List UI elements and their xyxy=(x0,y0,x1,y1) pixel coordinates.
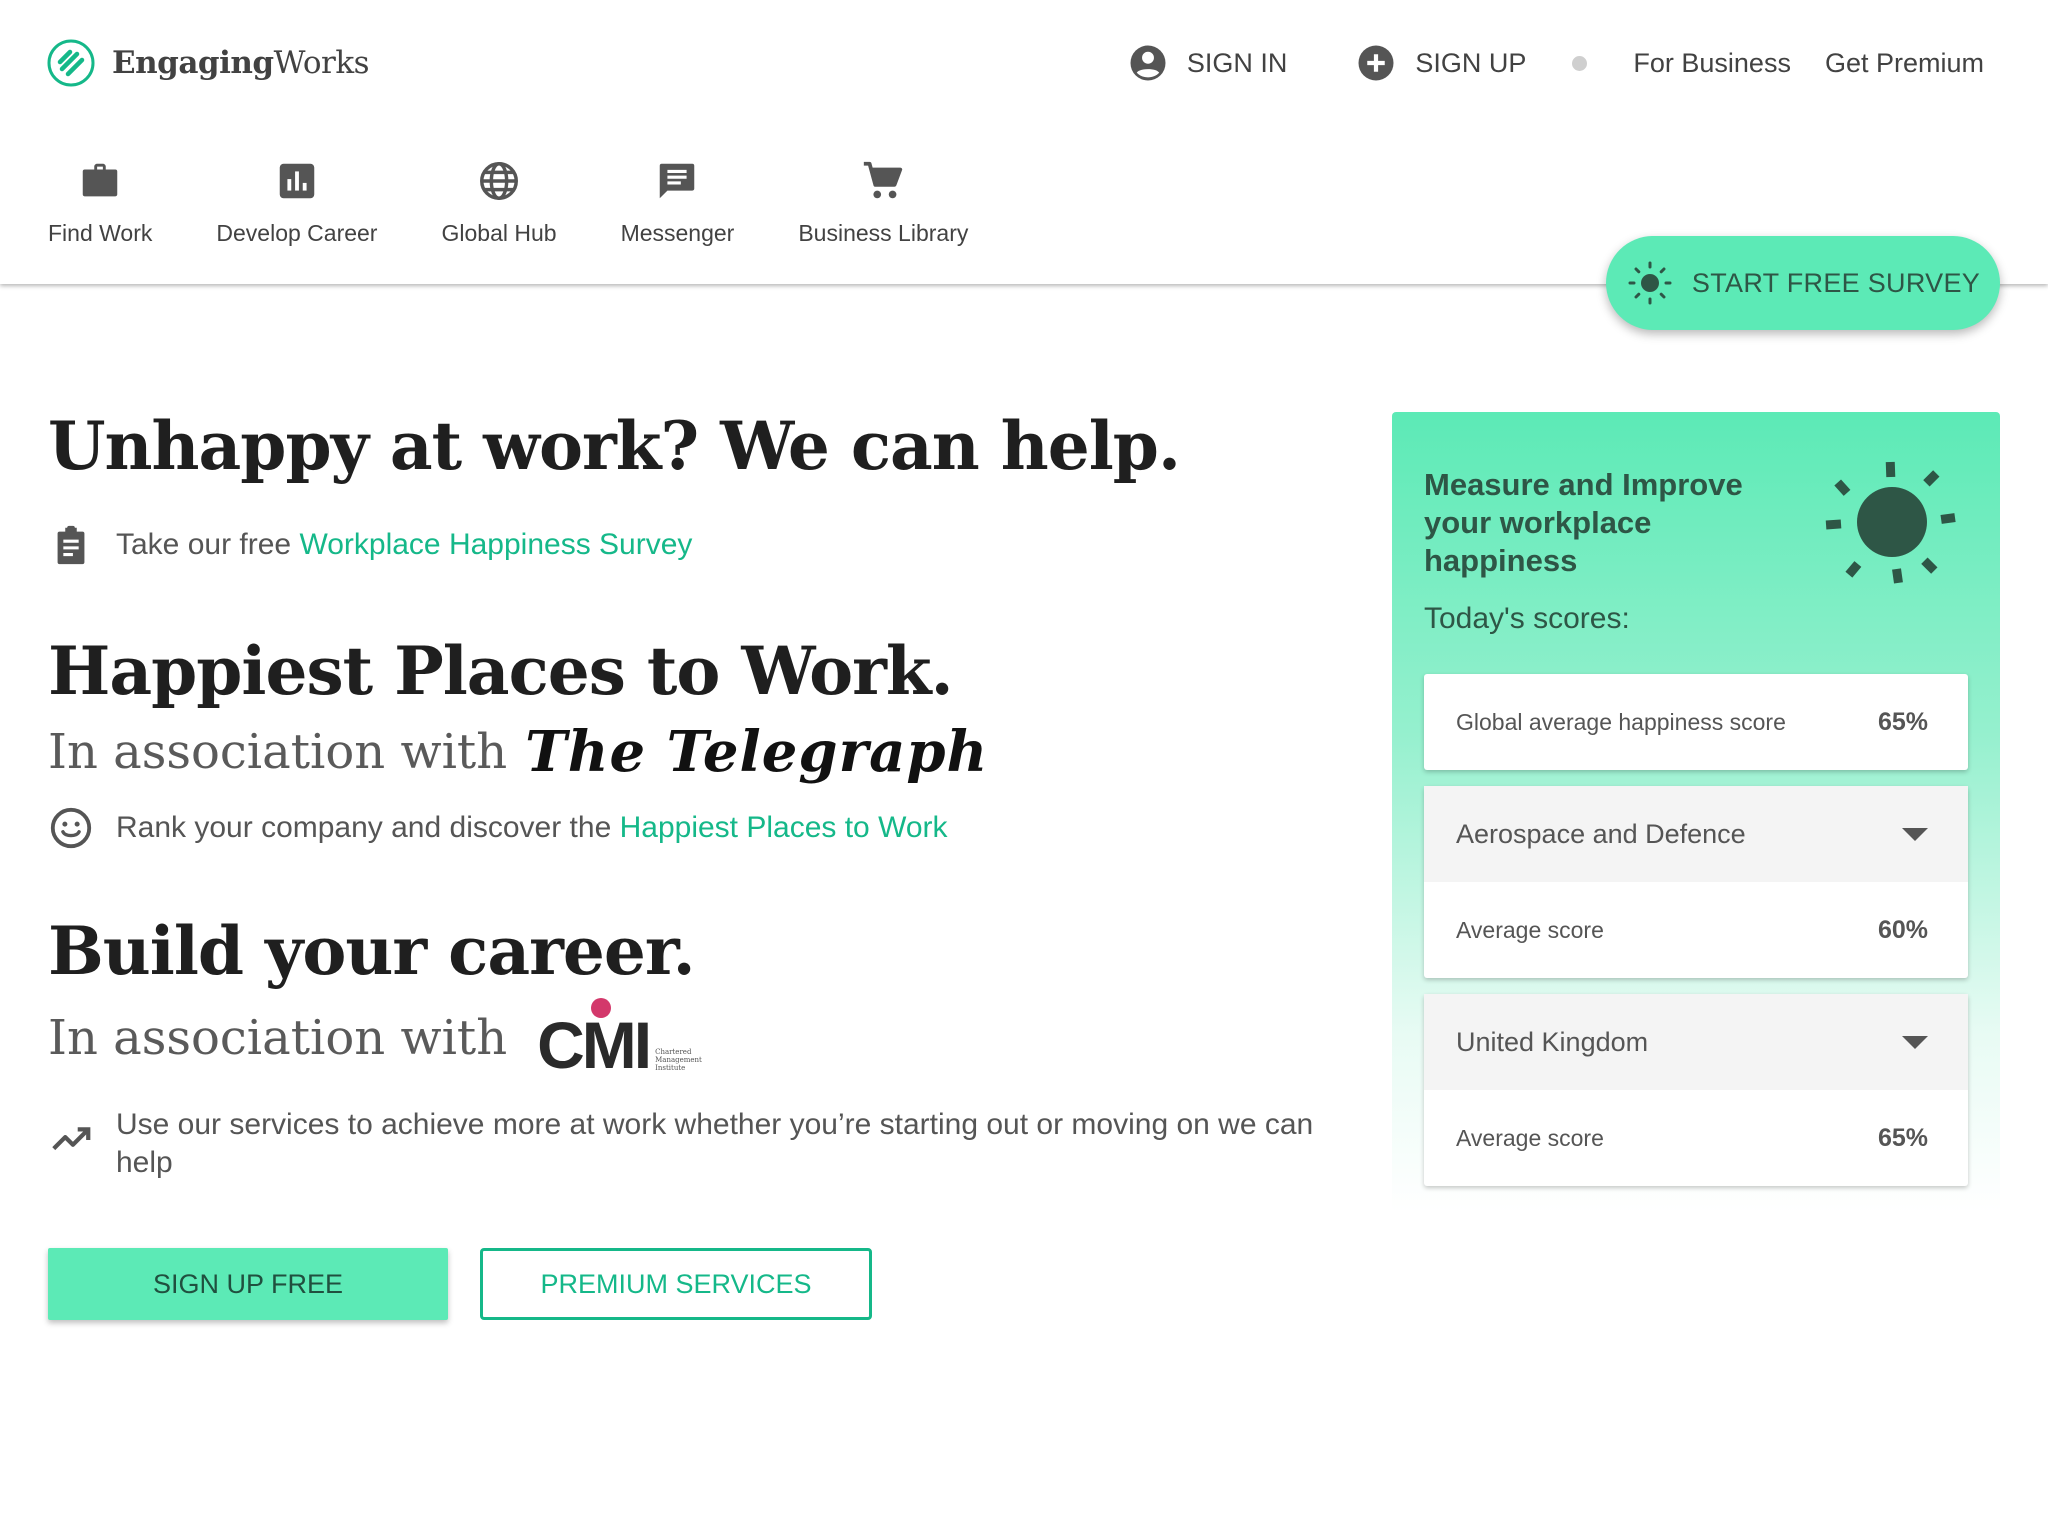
message-icon xyxy=(660,163,695,199)
nav-item-business-library[interactable]: Business Library xyxy=(798,158,968,247)
global-score-label: Global average happiness score xyxy=(1456,708,1786,735)
heading-build-your-career: Build your career. xyxy=(48,912,696,990)
get-premium-link[interactable]: Get Premium xyxy=(1825,48,1984,79)
sign-in-link[interactable]: SIGN IN xyxy=(1127,42,1288,84)
global-score-card: Global average happiness score 65% xyxy=(1424,674,1968,770)
country-selected-value: United Kingdom xyxy=(1456,1026,1649,1057)
country-average-label: Average score xyxy=(1456,1124,1604,1151)
cta-buttons: SIGN UP FREE PREMIUM SERVICES xyxy=(48,1248,872,1320)
sector-select[interactable]: Aerospace and Defence xyxy=(1424,786,1968,882)
happiest-places-link[interactable]: Happiest Places to Work xyxy=(620,811,948,844)
happiness-scores-panel: Measure and Improve your workplace happi… xyxy=(1392,412,2000,1212)
nav-separator-dot xyxy=(1572,55,1588,71)
cmi-logo-subtext: Chartered Management Institute xyxy=(655,1048,702,1072)
country-score-card: United Kingdom Average score 65% xyxy=(1424,994,1968,1186)
cmi-logo-dot xyxy=(591,998,612,1018)
nav-label: Find Work xyxy=(48,220,153,246)
nav-label: Global Hub xyxy=(441,220,557,246)
briefcase-icon xyxy=(82,163,118,197)
account-circle-icon xyxy=(1130,45,1166,81)
sector-selected-value: Aerospace and Defence xyxy=(1456,818,1746,849)
rank-company-line: Rank your company and discover the Happi… xyxy=(48,805,948,851)
engagingworks-logo[interactable]: EngagingWorks xyxy=(46,38,370,88)
sign-up-label: SIGN UP xyxy=(1415,47,1527,78)
telegraph-logo: The Telegraph xyxy=(525,719,989,785)
nav-item-global-hub[interactable]: Global Hub xyxy=(441,158,557,247)
country-average-value: 65% xyxy=(1877,1123,1928,1152)
cart-icon xyxy=(864,161,903,199)
logo-mark-icon xyxy=(47,39,95,87)
sun-icon xyxy=(1825,461,1956,584)
telegraph-association: In association with The Telegraph xyxy=(48,719,989,785)
bar-chart-icon xyxy=(279,163,315,199)
sector-average-value: 60% xyxy=(1877,915,1928,944)
chevron-down-icon xyxy=(1902,1035,1928,1049)
panel-title: Measure and Improve your workplace happi… xyxy=(1424,467,1743,578)
sign-in-label: SIGN IN xyxy=(1186,47,1288,78)
start-free-survey-label: START FREE SURVEY xyxy=(1691,267,1981,298)
nav-item-develop-career[interactable]: Develop Career xyxy=(216,158,377,247)
cmi-association: In association with CMI Chartered Managem… xyxy=(48,998,702,1078)
add-circle-icon xyxy=(1358,45,1394,81)
top-navigation: SIGN IN SIGN UP For Business Get Premium xyxy=(1127,42,1984,84)
clipboard-icon xyxy=(57,525,85,565)
nav-label: Messenger xyxy=(620,220,735,246)
global-score-value: 65% xyxy=(1877,707,1928,736)
for-business-link[interactable]: For Business xyxy=(1633,48,1791,79)
sector-average-label: Average score xyxy=(1456,916,1604,943)
heading-happiest-places: Happiest Places to Work. xyxy=(48,632,954,710)
survey-promo-line: Take our free Workplace Happiness Survey xyxy=(48,522,692,568)
sector-score-card: Aerospace and Defence Average score 60% xyxy=(1424,786,1968,978)
sign-up-free-button[interactable]: SIGN UP FREE xyxy=(48,1248,448,1320)
start-free-survey-button[interactable]: START FREE SURVEY xyxy=(1606,236,2000,330)
sun-icon xyxy=(1628,261,1672,305)
todays-scores-label: Today's scores: xyxy=(1424,602,1630,635)
sign-up-link[interactable]: SIGN UP xyxy=(1355,42,1526,84)
career-services-line: Use our services to achieve more at work… xyxy=(48,1106,1338,1182)
nav-label: Business Library xyxy=(798,220,969,246)
nav-item-messenger[interactable]: Messenger xyxy=(620,158,735,247)
nav-item-find-work[interactable]: Find Work xyxy=(48,158,152,247)
logo-text: EngagingWorks xyxy=(112,45,370,81)
workplace-happiness-survey-link[interactable]: Workplace Happiness Survey xyxy=(299,528,692,561)
chevron-down-icon xyxy=(1902,827,1928,841)
main-navigation: Find Work Develop Career Global Hub Mess… xyxy=(48,158,1032,247)
globe-icon xyxy=(480,162,518,200)
trending-up-icon xyxy=(52,1127,91,1151)
heading-unhappy-at-work: Unhappy at work? We can help. xyxy=(48,407,1181,485)
smiley-icon xyxy=(50,807,92,849)
cmi-logo: CMI Chartered Management Institute xyxy=(537,998,702,1078)
nav-label: Develop Career xyxy=(216,220,378,246)
country-select[interactable]: United Kingdom xyxy=(1424,994,1968,1090)
premium-services-button[interactable]: PREMIUM SERVICES xyxy=(480,1248,872,1320)
